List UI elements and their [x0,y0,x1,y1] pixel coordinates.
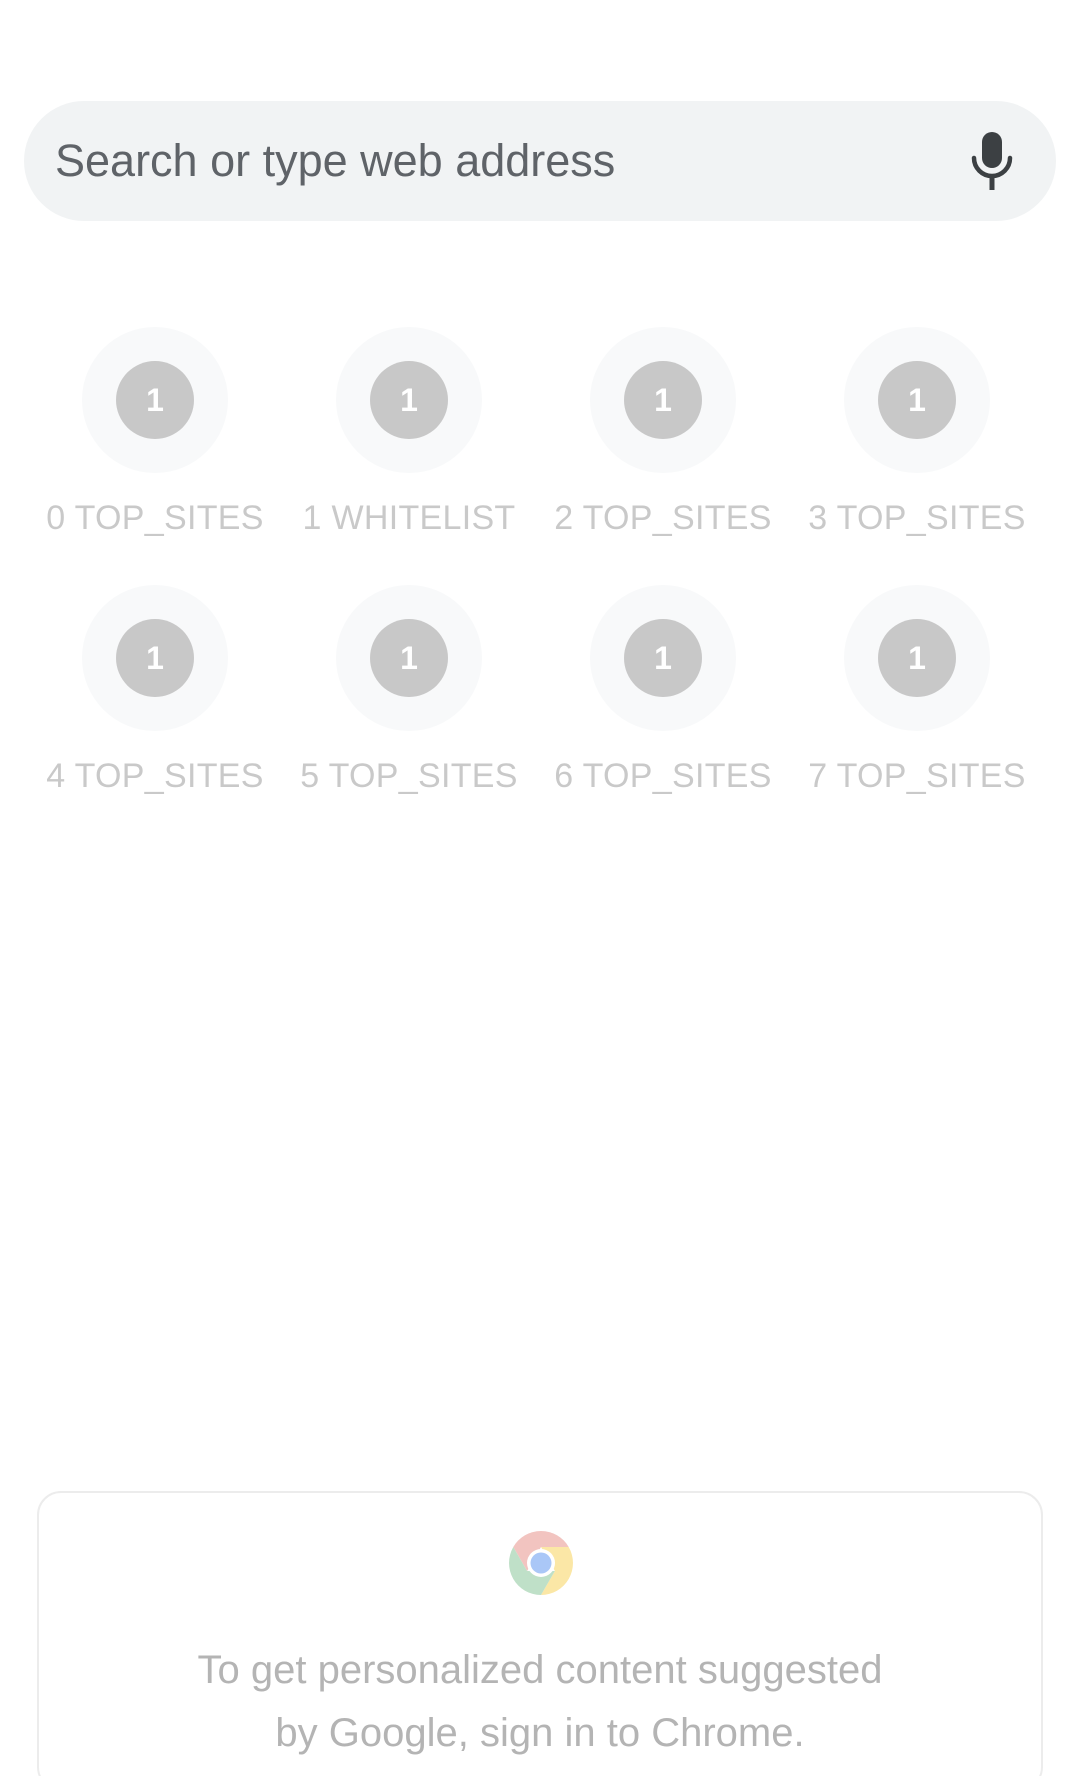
search-bar[interactable] [24,101,1056,221]
tile-label: 4 TOP_SITES [46,757,264,795]
tile-row: 1 4 TOP_SITES 1 5 TOP_SITES 1 6 TOP_SITE… [0,578,1080,836]
tile-fallback-icon: 1 [370,361,448,439]
signin-promo-text: To get personalized content suggested by… [39,1639,1041,1765]
tile-top-site[interactable]: 1 1 WHITELIST [289,320,529,550]
tile-icon-background: 1 [336,585,482,731]
tile-top-site[interactable]: 1 7 TOP_SITES [797,578,1037,808]
tile-top-site[interactable]: 1 2 TOP_SITES [543,320,783,550]
tile-icon-background: 1 [844,585,990,731]
tile-fallback-icon: 1 [624,619,702,697]
new-tab-page: 1 0 TOP_SITES 1 1 WHITELIST 1 2 TOP_SITE… [0,0,1080,1776]
tile-icon-background: 1 [844,327,990,473]
tile-fallback-icon: 1 [624,361,702,439]
tile-fallback-icon: 1 [370,619,448,697]
signin-promo-card: To get personalized content suggested by… [37,1491,1043,1776]
tile-label: 1 WHITELIST [302,499,516,537]
tile-icon-background: 1 [82,327,228,473]
tile-label: 2 TOP_SITES [554,499,772,537]
chrome-logo-icon [507,1529,575,1597]
tile-label: 7 TOP_SITES [808,757,1026,795]
tile-top-site[interactable]: 1 0 TOP_SITES [35,320,275,550]
tile-top-site[interactable]: 1 6 TOP_SITES [543,578,783,808]
tile-label: 3 TOP_SITES [808,499,1026,537]
tile-icon-background: 1 [590,585,736,731]
tile-icon-background: 1 [590,327,736,473]
tile-fallback-icon: 1 [878,619,956,697]
tile-label: 6 TOP_SITES [554,757,772,795]
tile-top-site[interactable]: 1 3 TOP_SITES [797,320,1037,550]
signin-promo-line-2: by Google, sign in to Chrome. [275,1711,805,1755]
tile-top-site[interactable]: 1 4 TOP_SITES [35,578,275,808]
tile-label: 5 TOP_SITES [300,757,518,795]
tile-row: 1 0 TOP_SITES 1 1 WHITELIST 1 2 TOP_SITE… [0,320,1080,578]
tile-fallback-icon: 1 [116,361,194,439]
tile-fallback-icon: 1 [878,361,956,439]
tile-fallback-icon: 1 [116,619,194,697]
signin-promo-line-1: To get personalized content suggested [197,1648,883,1692]
tile-label: 0 TOP_SITES [46,499,264,537]
search-input[interactable] [55,101,968,221]
tile-top-site[interactable]: 1 5 TOP_SITES [289,578,529,808]
mic-icon[interactable] [968,129,1016,193]
tile-icon-background: 1 [82,585,228,731]
most-visited-tiles: 1 0 TOP_SITES 1 1 WHITELIST 1 2 TOP_SITE… [0,320,1080,836]
tile-icon-background: 1 [336,327,482,473]
